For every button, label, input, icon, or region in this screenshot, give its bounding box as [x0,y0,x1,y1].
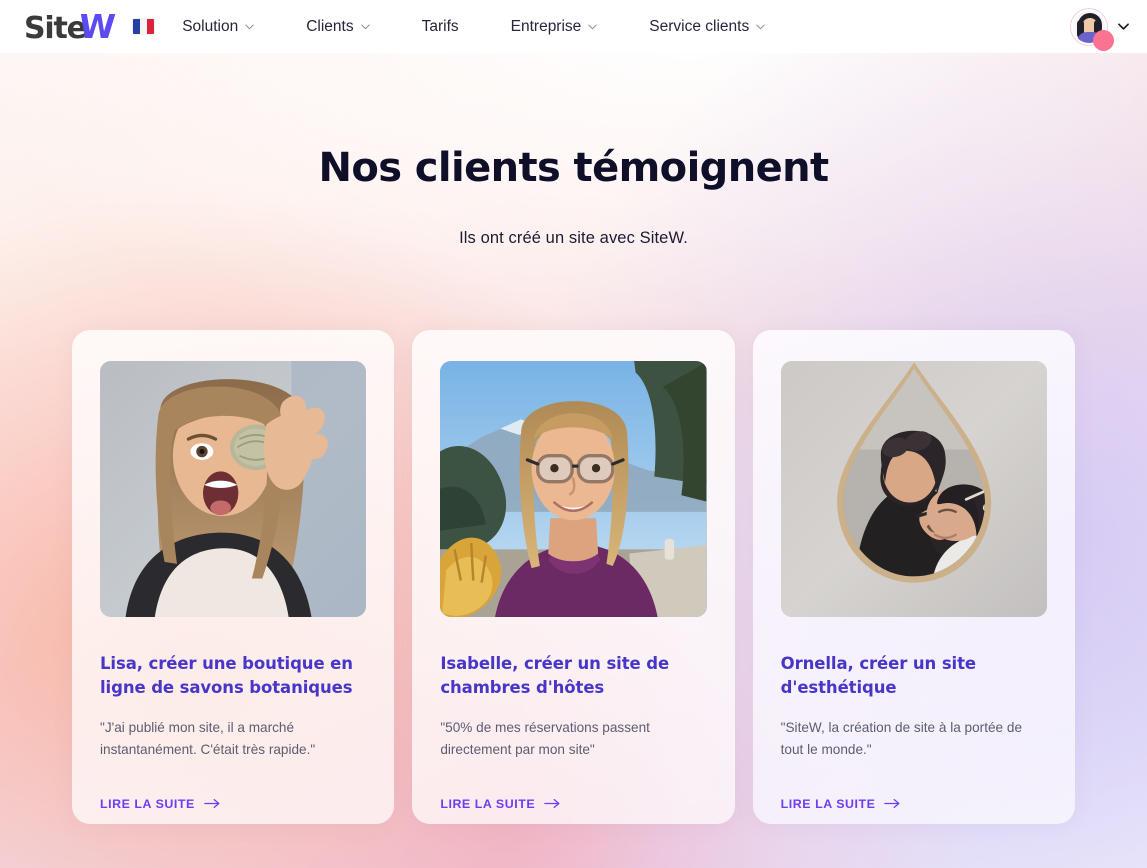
arrow-right-icon [204,798,221,809]
testimonial-quote: "50% de mes réservations passent directe… [440,719,650,757]
account-area [1070,7,1129,51]
testimonial-quote: "J'ai publié mon site, il a marché insta… [100,719,316,757]
read-more-label: LIRE LA SUITE [440,796,536,811]
testimonial-card[interactable]: Isabelle, créer un site de chambres d'hô… [412,330,735,824]
chevron-down-icon [756,22,765,31]
nav-label-entreprise: Entreprise [510,17,582,35]
nav-item-entreprise[interactable]: Entreprise [499,10,610,44]
account-chevron-down-icon[interactable] [1118,21,1129,32]
site-header: Site W Solution Clients Tarifs Entrepris… [0,0,1147,53]
hero-section: Nos clients témoignent Ils ont créé un s… [0,53,1147,248]
nav-item-solution[interactable]: Solution [170,10,266,44]
read-more-label: LIRE LA SUITE [780,796,876,811]
main-navigation: Solution Clients Tarifs Entreprise Servi… [133,10,1070,44]
nav-label-solution: Solution [182,17,239,35]
testimonial-cards: Lisa, créer une boutique en ligne de sav… [0,330,1147,824]
chevron-down-icon [360,22,370,31]
nav-label-tarifs: Tarifs [421,17,459,35]
nav-item-service-clients[interactable]: Service clients [637,10,777,44]
testimonial-card[interactable]: Lisa, créer une boutique en ligne de sav… [72,330,395,824]
testimonial-title: Lisa, créer une boutique en ligne de sav… [100,654,353,697]
testimonial-title: Ornella, créer un site d'esthétique [780,654,976,697]
france-flag-icon[interactable] [133,19,155,34]
logo-text-w: W [77,6,117,46]
nav-label-service-clients: Service clients [649,17,750,35]
arrow-right-icon [884,798,901,809]
nav-item-clients[interactable]: Clients [294,10,381,44]
testimonial-card[interactable]: Ornella, créer un site d'esthétique "Sit… [752,330,1075,824]
logo-text-site: Site [24,10,87,46]
sitew-logo[interactable]: Site W [24,6,117,46]
read-more-link[interactable]: LIRE LA SUITE [781,797,902,811]
testimonial-quote: "SiteW, la création de site à la portée … [780,719,1022,757]
testimonial-title: Isabelle, créer un site de chambres d'hô… [440,654,670,697]
avatar-status-badge [1093,29,1114,51]
nav-item-tarifs[interactable]: Tarifs [410,10,471,44]
read-more-link[interactable]: LIRE LA SUITE [100,797,221,811]
read-more-link[interactable]: LIRE LA SUITE [440,797,561,811]
page-subtitle: Ils ont créé un site avec SiteW. [459,229,688,247]
chevron-down-icon [245,22,254,31]
testimonial-image [440,361,707,617]
nav-label-clients: Clients [306,17,354,35]
chevron-down-icon [588,22,597,31]
user-avatar-icon[interactable] [1070,7,1114,51]
testimonial-image [100,361,367,617]
arrow-right-icon [544,798,561,809]
page-title: Nos clients témoignent [318,145,829,191]
read-more-label: LIRE LA SUITE [100,796,195,811]
testimonial-image [780,361,1047,617]
